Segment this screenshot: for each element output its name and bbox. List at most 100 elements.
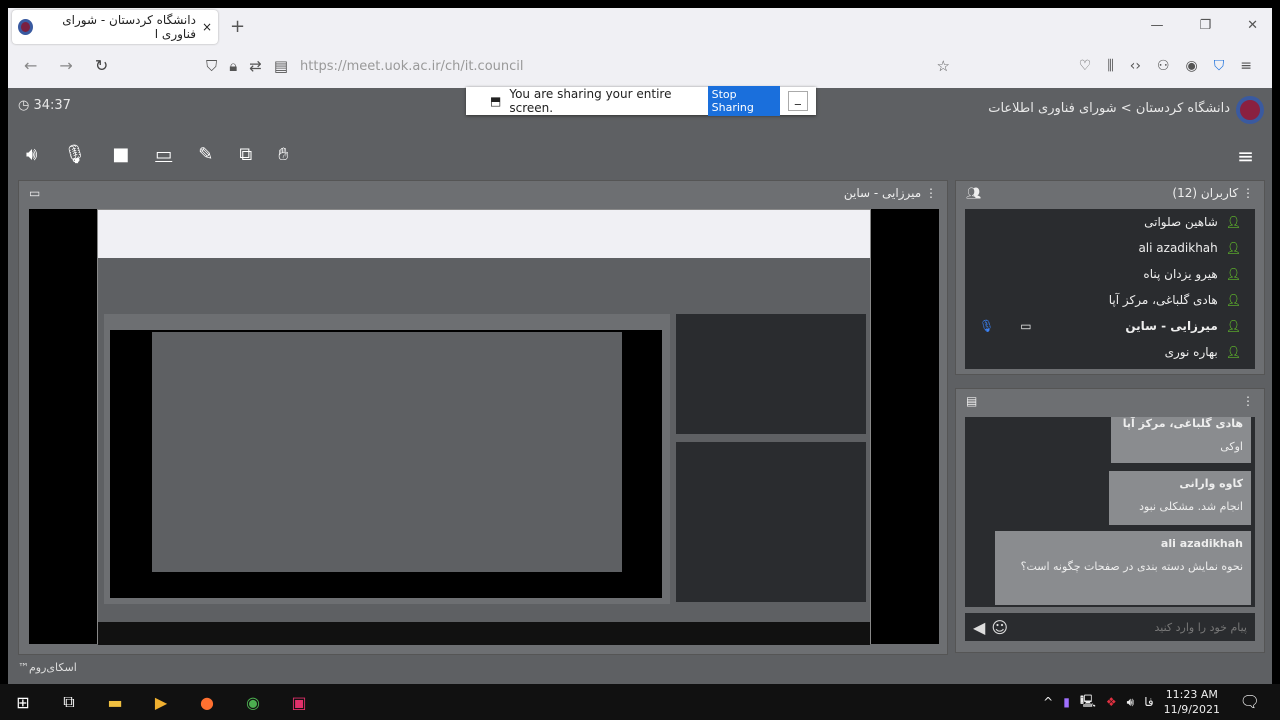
user-icon: 👤︎ — [1225, 267, 1241, 281]
message-sender: ali azadikhah — [1160, 537, 1243, 550]
chat-placeholder[interactable]: پیام خود را وارد کنید — [1154, 621, 1247, 634]
chat-icon: ▤ — [966, 394, 978, 408]
user-name: بهاره نوری — [1164, 345, 1218, 359]
brand-footer: اسکای‌روم™ — [18, 661, 77, 674]
speaker-icon[interactable]: 🔊︎ — [26, 144, 37, 165]
chrome-extension-icon[interactable]: ◉ — [1186, 58, 1198, 74]
timer: ◷ 34:37 — [18, 98, 71, 113]
raise-hand-icon[interactable]: ✋︎ — [278, 144, 288, 165]
close-tab-icon[interactable]: × — [202, 20, 212, 34]
user-item[interactable]: 👤︎ شاهین صلواتی — [965, 209, 1255, 235]
presentation-icon[interactable]: ⧉ — [239, 144, 252, 165]
volume-icon[interactable]: 🔊︎ — [1127, 695, 1135, 710]
shared-screen — [29, 209, 939, 645]
timer-text: 34:37 — [33, 98, 71, 113]
sharing-text: You are sharing your entire screen. — [509, 87, 672, 115]
minimize-icon[interactable]: — — [1150, 18, 1163, 33]
pocket-icon[interactable]: ♡ — [1079, 58, 1092, 74]
forward-icon[interactable]: → — [59, 56, 72, 75]
hide-bar-button[interactable]: _ — [787, 91, 808, 111]
chrome-icon[interactable]: ◉ — [230, 693, 276, 712]
devtools-icon[interactable]: ‹› — [1130, 58, 1141, 74]
user-item[interactable]: 👤︎ بهاره نوری — [965, 339, 1255, 365]
browser-chrome: × دانشگاه کردستان - شورای فناوری ا + — ❐ ✕ … — [8, 8, 1272, 88]
notifications-icon[interactable]: 🗨︎ — [1240, 692, 1260, 711]
menu-icon[interactable]: ≡ — [1240, 58, 1252, 74]
clock-icon: ◷ — [18, 98, 30, 113]
library-icon[interactable]: ⫼ — [1107, 58, 1113, 74]
chat-messages: هادی گلباغی، مرکز آپا اوکی کاوه وارانی انج… — [965, 417, 1255, 607]
user-item[interactable]: 👤︎ میرزایی - ساین ▭ 🎙︎ — [965, 313, 1255, 339]
user-item[interactable]: 👤︎ هیرو یزدان پناه — [965, 261, 1255, 287]
windows-start-icon[interactable]: ⊞ — [0, 693, 46, 712]
users-title: کاربران (12) — [1172, 186, 1239, 200]
room-title: دانشگاه کردستان > شورای فناوری اطلاعات — [988, 101, 1230, 116]
user-icon: 👤︎ — [1225, 293, 1241, 307]
chat-panel: ▤ ⋮ هادی گلباغی، مرکز آپا اوکی کاوه وارانی… — [955, 388, 1265, 653]
media-player-icon[interactable]: ▶ — [138, 693, 184, 712]
lock-icon: 🔒︎ — [229, 57, 238, 75]
message-text: اوکی — [1220, 440, 1243, 453]
more-options-icon[interactable]: ⋮ — [1242, 394, 1254, 408]
url-bar[interactable]: ⛉ 🔒︎ ⇄ ▤ https://meet.uok.ac.ir/ch/it.counci… — [198, 50, 958, 82]
users-panel: 👥︎ کاربران (12) ⋮ 👤︎ شاهین صلواتی 👤︎ ali az… — [955, 180, 1265, 375]
stop-sharing-button[interactable]: Stop Sharing — [707, 86, 780, 116]
message-text: انجام شد. مشکلی نبود — [1139, 500, 1243, 513]
chat-message: ali azadikhah نحوه نمایش دسته بندی در صفح… — [995, 531, 1251, 605]
chat-input[interactable]: ◀ ☺ پیام خود را وارد کنید — [965, 613, 1255, 641]
video-title: میرزایی - ساین — [843, 186, 922, 200]
users-list: 👤︎ شاهین صلواتی 👤︎ ali azadikhah 👤︎ هیرو یز… — [965, 209, 1255, 369]
clock-time: 11:23 AM — [1165, 688, 1218, 701]
close-window-icon[interactable]: ✕ — [1247, 18, 1258, 33]
sharing-bar: ⬒ You are sharing your entire screen. Stop… — [466, 86, 816, 116]
nested-screen — [97, 209, 871, 645]
reload-icon[interactable]: ↻ — [95, 56, 108, 75]
file-explorer-icon[interactable]: ▬ — [92, 693, 138, 712]
users-icon: 👥︎ — [966, 186, 982, 200]
system-tray: ^ ▮ 🖳︎ ❖ 🔊︎ ﻓﺎ 11:23 AM 11/9/2021 — [1043, 684, 1220, 720]
bookmark-star-icon[interactable]: ☆ — [937, 57, 950, 75]
camera-icon[interactable]: ■ — [112, 144, 129, 165]
screen-share-icon[interactable]: ▭ — [155, 144, 172, 165]
dropbox-icon[interactable]: ❖ — [1106, 695, 1117, 709]
site-favicon-icon — [18, 19, 33, 35]
extension-icon[interactable]: ⚇ — [1157, 58, 1170, 74]
user-item[interactable]: 👤︎ ali azadikhah — [965, 235, 1255, 261]
clock-date: 11/9/2021 — [1163, 703, 1220, 716]
voice-app-icon[interactable]: ▮ — [1063, 695, 1070, 709]
university-logo — [1236, 96, 1264, 124]
network-icon[interactable]: 🖳︎ — [1080, 692, 1096, 713]
share-icon: ⬒ — [490, 94, 502, 108]
firefox-icon[interactable]: ● — [184, 693, 230, 712]
message-text: نحوه نمایش دسته بندی در صفحات چگونه است؟ — [1020, 560, 1243, 573]
show-hidden-icons[interactable]: ^ — [1043, 695, 1053, 709]
reader-icon[interactable]: ▤ — [274, 57, 288, 75]
more-options-icon[interactable]: ⋮ — [925, 186, 937, 200]
clock[interactable]: 11:23 AM 11/9/2021 — [1164, 687, 1220, 717]
language-icon[interactable]: ﻓﺎ — [1144, 695, 1153, 709]
maximize-icon[interactable]: ❐ — [1199, 18, 1211, 33]
more-options-icon[interactable]: ⋮ — [1242, 186, 1254, 200]
message-sender: هادی گلباغی، مرکز آپا — [1122, 417, 1243, 430]
recorder-app-icon[interactable]: ▣ — [276, 693, 322, 712]
pen-icon[interactable]: ✎ — [198, 144, 213, 165]
permissions-icon[interactable]: ⇄ — [249, 57, 262, 75]
shield-icon: ⛉ — [206, 57, 218, 75]
emoji-icon[interactable]: ☺ — [991, 618, 1008, 637]
user-name: میرزایی - ساین — [1125, 319, 1218, 333]
hamburger-menu-icon[interactable]: ≡ — [1237, 144, 1254, 168]
task-view-icon[interactable]: ⧉ — [46, 692, 92, 712]
url-text[interactable]: https://meet.uok.ac.ir/ch/it.council — [300, 59, 523, 74]
message-sender: کاوه وارانی — [1179, 477, 1243, 490]
user-icon: 👤︎ — [1225, 215, 1241, 229]
new-tab-icon[interactable]: + — [230, 16, 245, 37]
user-name: شاهین صلواتی — [1144, 215, 1218, 229]
microphone-icon[interactable]: 🎙︎ — [63, 144, 86, 165]
send-icon[interactable]: ◀ — [973, 618, 985, 637]
user-item[interactable]: 👤︎ هادی گلباغی، مرکز آپا — [965, 287, 1255, 313]
user-icon: 👤︎ — [1225, 319, 1241, 333]
shield-extension-icon[interactable]: ⛉ — [1214, 58, 1225, 74]
browser-tab[interactable]: × دانشگاه کردستان - شورای فناوری ا — [12, 10, 218, 44]
user-icon: 👤︎ — [1225, 241, 1241, 255]
back-icon[interactable]: ← — [24, 56, 37, 75]
